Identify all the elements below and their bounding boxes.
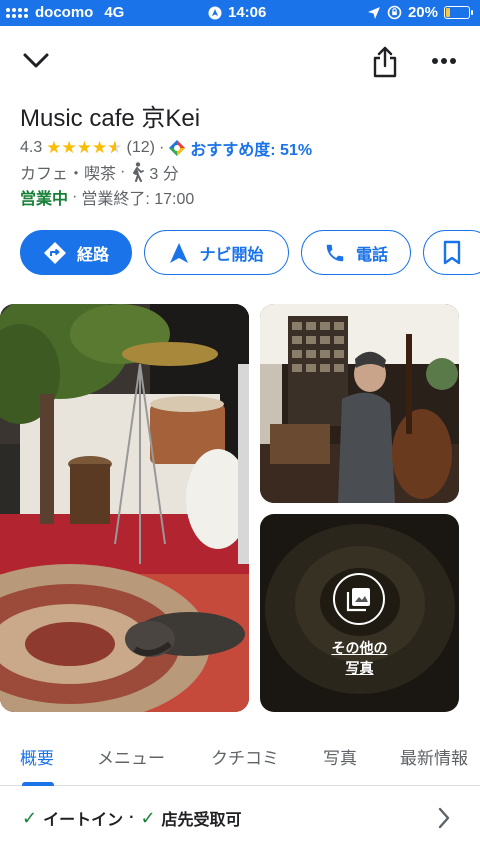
navigation-icon: [170, 242, 189, 263]
tab-photos[interactable]: 写真: [323, 744, 357, 769]
star-icon: ★: [92, 138, 108, 157]
more-options-button[interactable]: [426, 48, 462, 74]
walk-time: 3 分: [149, 166, 179, 183]
bookmark-icon: [443, 240, 461, 264]
start-navigation-button[interactable]: ナビ開始: [144, 230, 289, 275]
dine-in-label: イートイン: [43, 812, 124, 829]
location-services-icon: [208, 6, 222, 19]
photo-library-button[interactable]: [333, 573, 385, 625]
phone-icon: [326, 244, 344, 261]
tab-overview[interactable]: 概要: [20, 744, 54, 769]
separator-dot: ·: [120, 163, 126, 180]
main-photo[interactable]: [0, 304, 249, 712]
carrier-label: docomo: [35, 4, 94, 21]
save-button[interactable]: [423, 230, 480, 275]
directions-icon: [43, 241, 66, 264]
place-title: Music cafe 京Kei: [20, 105, 201, 132]
rating-stars: ★ ★ ★ ★ ★: [46, 138, 122, 158]
recommend-score[interactable]: おすすめ度: 51%: [190, 136, 312, 160]
call-label: 電話: [355, 246, 388, 264]
separator-dot: ·: [72, 188, 78, 205]
tab-reviews[interactable]: クチコミ: [211, 744, 279, 769]
chevron-right-icon: [438, 807, 450, 829]
rating-row: 4.3 ★★★★★ (12) · おすすめ度: 51%: [20, 136, 312, 160]
tab-updates[interactable]: 最新情報: [400, 744, 468, 769]
directions-button[interactable]: 経路: [20, 230, 132, 275]
recommend-diamond-icon: [169, 140, 186, 156]
status-bar: docomo 4G 14:06 20%: [0, 0, 480, 26]
call-button[interactable]: 電話: [301, 230, 411, 275]
bass-player-photo[interactable]: [260, 304, 459, 503]
pickup-label: 店先受取可: [161, 812, 242, 829]
check-icon: ✓: [22, 807, 38, 828]
review-count[interactable]: (12): [127, 139, 155, 157]
star-icon: ★: [76, 138, 92, 157]
status-time: 14:06: [228, 4, 267, 21]
category-row: カフェ・喫茶 · 3 分: [20, 160, 179, 184]
star-icon: ★: [46, 138, 62, 157]
action-buttons: 経路 ナビ開始 電話: [20, 230, 480, 275]
more-horiz-icon: [432, 58, 456, 64]
hours-text: 営業終了: 17:00: [81, 191, 195, 208]
musician-photo: [260, 304, 459, 503]
chevron-down-icon: [23, 53, 49, 68]
share-icon: [373, 46, 397, 78]
more-photos-label[interactable]: その他の 写真: [260, 638, 459, 678]
network-label: 4G: [104, 4, 125, 21]
directions-label: 経路: [76, 246, 109, 264]
signal-icon: [6, 7, 28, 18]
cafe-drum-kit-photo: [0, 304, 249, 712]
battery-icon: [444, 6, 473, 19]
separator-dot: ·: [129, 809, 135, 826]
check-icon: ✓: [140, 807, 156, 828]
category-label: カフェ・喫茶: [20, 166, 117, 183]
rotation-lock-icon: [387, 5, 402, 20]
tab-bar: 概要 メニュー クチコミ 写真 最新情報: [0, 740, 480, 786]
separator-dot: ·: [158, 139, 165, 156]
more-photos-tile[interactable]: その他の 写真: [260, 514, 459, 712]
start-navigation-label: ナビ開始: [199, 246, 264, 264]
location-arrow-icon: [367, 6, 380, 19]
hours-row[interactable]: 営業中 · 営業終了: 17:00: [20, 185, 194, 209]
service-options-row[interactable]: ✓ イートイン · ✓ 店先受取可: [0, 797, 480, 839]
active-tab-indicator: [22, 782, 54, 786]
star-half-icon: ★: [107, 138, 122, 158]
open-status: 営業中: [20, 191, 69, 208]
tab-menu[interactable]: メニュー: [97, 744, 165, 769]
collapse-button[interactable]: [18, 46, 54, 76]
share-button[interactable]: [368, 44, 402, 80]
photo-library-icon: [346, 588, 370, 612]
rating-value: 4.3: [20, 139, 43, 156]
star-icon: ★: [61, 138, 77, 157]
battery-percent: 20%: [407, 4, 438, 21]
walking-icon: [133, 162, 145, 182]
